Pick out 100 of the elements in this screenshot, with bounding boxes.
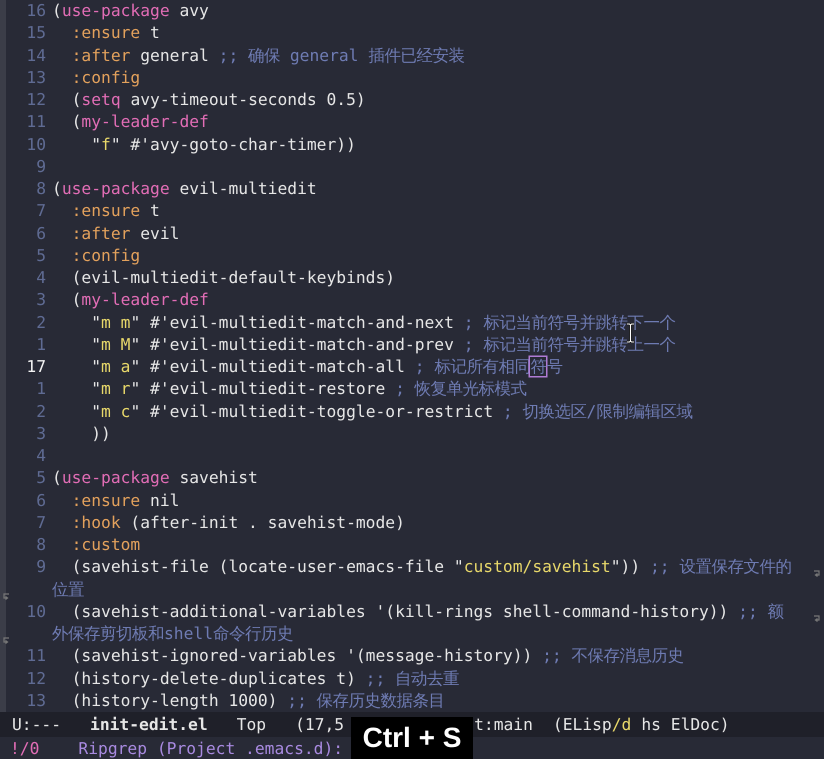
line-number: 10 [25, 600, 47, 623]
line-number: 11 [25, 111, 47, 134]
code-text: (after-init . savehist-mode) [129, 512, 405, 532]
code-text: ")) [610, 557, 642, 576]
code-text: use-package [62, 179, 170, 198]
code-text: " #'evil-multiedit-match-all [130, 357, 406, 376]
code-comment: ;; 额 [738, 602, 784, 621]
line-number: 15 [25, 22, 47, 44]
match-count: !/0 [10, 738, 40, 758]
code-comment: ; 标记当前符号并跳转下一个 [464, 312, 676, 332]
code-text: m r [101, 379, 130, 398]
line-number: 4 [35, 267, 47, 289]
line-number: 8 [35, 534, 47, 556]
line-number: 3 [35, 422, 47, 445]
line-number: 4 [35, 445, 47, 467]
line-number: 10 [25, 134, 47, 156]
code-comment: ;; 保存历史数据条目 [287, 690, 445, 710]
code-text: " [90, 334, 102, 354]
code-text: :hook [70, 512, 121, 532]
code-text: (history-length 1000) [70, 690, 278, 710]
code-comment: ; 切换选区/限制编辑区域 [502, 402, 692, 420]
code-comment: ;; 自动去重 [366, 668, 460, 688]
code-text: " [90, 312, 102, 332]
code-text: t [149, 201, 160, 220]
code-comment: ;; 不保存消息历史 [542, 646, 684, 666]
code-text: :config [70, 68, 140, 87]
line-number: 3 [35, 289, 47, 312]
code-text: m a [101, 357, 130, 376]
code-comment: ; 标记当前符号并跳转上一个 [464, 334, 676, 354]
code-text: :config [70, 246, 140, 265]
code-text: :custom [70, 535, 140, 554]
code-text: ( [52, 179, 62, 198]
line-number: 7 [35, 512, 47, 534]
line-number: 16 [25, 0, 47, 22]
code-text: ( [52, 1, 62, 20]
code-text: " #'evil-multiedit-toggle-or-restrict [130, 402, 494, 420]
code-text: ( [70, 290, 82, 310]
code-comment: 位置 [52, 580, 84, 598]
keystroke-overlay: Ctrl + S [351, 717, 473, 759]
code-text: avy-timeout-seconds 0.5) [129, 90, 366, 109]
line-number: 8 [35, 178, 47, 200]
code-text: general [139, 46, 210, 64]
line-number: 13 [25, 66, 47, 89]
line-number: 9 [35, 556, 47, 578]
code-text: :ensure [70, 23, 140, 42]
line-number: 2 [35, 312, 47, 334]
code-text: (history-delete-duplicates t) [70, 668, 357, 688]
mode-line-text: /d [612, 715, 632, 734]
line-number: 17 [25, 356, 47, 378]
code-text: " #'evil-multiedit-match-and-prev [130, 334, 455, 354]
code-text: my-leader-def [81, 112, 209, 132]
code-text: :ensure [70, 490, 140, 510]
mode-line-text: t:main [474, 715, 533, 734]
code-text: nil [149, 490, 180, 510]
code-text: custom/savehist [464, 557, 611, 576]
code-text: " [90, 357, 102, 376]
mode-line-text: hs ElDoc) [641, 715, 730, 734]
code-text: use-package [62, 1, 170, 20]
line-number: 5 [35, 467, 47, 490]
line-number: 12 [25, 89, 47, 111]
code-text: )) [90, 424, 111, 443]
code-text: my-leader-def [81, 290, 209, 310]
search-prompt: Ripgrep (Project .emacs.d): [78, 738, 344, 758]
wrap-arrow-icon [1, 592, 10, 600]
line-number: 1 [35, 334, 47, 356]
code-text: (savehist-ignored-variables '(message-history)) [70, 646, 534, 666]
line-number: 5 [35, 244, 47, 267]
mode-line-text: Top [236, 715, 266, 734]
code-text: " [90, 134, 102, 154]
code-text: (savehist-additional-variables '(kill-rings shell-command-history)) [70, 602, 730, 621]
code-text: :after [70, 46, 130, 64]
code-text: " #'avy-goto-char-timer)) [110, 134, 356, 154]
mode-line-text: (ELisp [552, 715, 612, 734]
buffer-name: init-edit.el [90, 715, 208, 734]
code-text: " #'evil-multiedit-restore [130, 379, 386, 398]
code-text: f [101, 134, 111, 154]
code-comment: ;; 确保 general 插件已经安装 [218, 46, 464, 64]
code-text: " [90, 379, 102, 398]
code-text: setq [81, 90, 121, 109]
line-number: 12 [25, 668, 47, 690]
code-comment: 外保存剪切板和shell命令行历史 [52, 624, 294, 643]
line-number: 6 [35, 490, 47, 512]
code-text: " #'evil-multiedit-match-and-next [130, 312, 455, 332]
mode-line-text: (17,5 [295, 715, 344, 734]
code-text: ( [70, 112, 82, 132]
code-text: t [149, 23, 160, 42]
code-text: ( [70, 90, 82, 109]
code-comment: ; 恢复单光标模式 [395, 379, 527, 398]
line-number: 14 [25, 44, 47, 66]
line-number: 9 [35, 156, 47, 178]
line-number: 11 [25, 645, 47, 668]
line-number: 6 [35, 222, 47, 244]
code-text: " [90, 402, 102, 420]
line-number: 13 [25, 690, 47, 712]
wrap-arrow-icon [1, 636, 10, 645]
code-text: avy [178, 1, 209, 20]
line-number: 1 [35, 378, 47, 400]
code-text: :after [70, 224, 130, 242]
code-text: evil [139, 224, 180, 242]
code-text: (savehist-file (locate-user-emacs-file " [70, 557, 464, 576]
